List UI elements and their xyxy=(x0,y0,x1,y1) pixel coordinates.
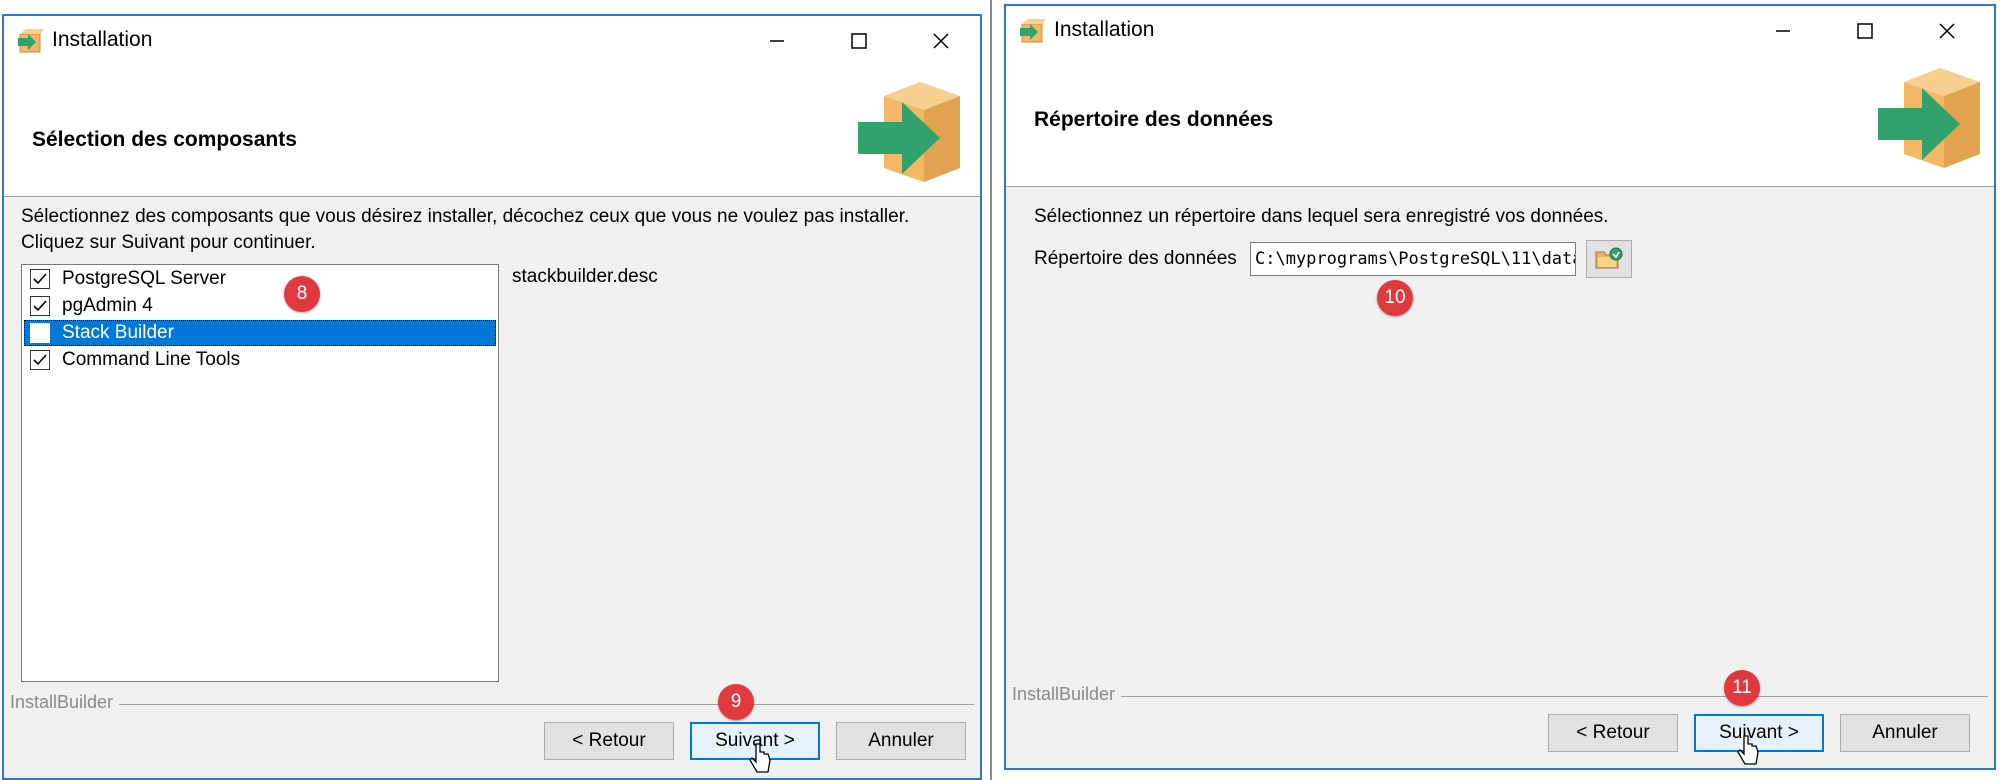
checkmark-icon xyxy=(33,300,47,312)
components-listbox[interactable]: PostgreSQL Server pgAdmin 4 Stack Builde… xyxy=(21,264,499,682)
component-postgresql-server[interactable]: PostgreSQL Server xyxy=(24,266,496,292)
minimize-button[interactable] xyxy=(1742,6,1824,56)
component-pgadmin-4[interactable]: pgAdmin 4 xyxy=(24,293,496,319)
title-bar[interactable]: Installation xyxy=(1006,6,1994,56)
data-dir-input[interactable]: C:\myprograms\PostgreSQL\11\data xyxy=(1250,242,1576,276)
hand-cursor-icon xyxy=(749,743,771,773)
component-command-line-tools[interactable]: Command Line Tools xyxy=(24,347,496,373)
installer-logo-icon xyxy=(858,82,960,182)
close-button[interactable] xyxy=(1906,6,1988,56)
window-title: Installation xyxy=(1054,18,1155,41)
component-label: PostgreSQL Server xyxy=(62,268,227,289)
checkbox-postgresql-server[interactable] xyxy=(30,269,50,289)
installer-logo-icon xyxy=(1878,68,1980,168)
wizard-header: Sélection des composants xyxy=(4,66,980,197)
footer-divider xyxy=(10,704,974,705)
checkbox-stack-builder[interactable] xyxy=(30,323,50,343)
data-dir-label: Répertoire des données xyxy=(1034,248,1237,269)
step-badge-10: 10 xyxy=(1377,280,1413,316)
page-title: Répertoire des données xyxy=(1034,108,1274,131)
close-icon xyxy=(1939,23,1955,39)
maximize-icon xyxy=(1857,23,1873,39)
checkbox-pgadmin-4[interactable] xyxy=(30,296,50,316)
instructions-line-2: Cliquez sur Suivant pour continuer. xyxy=(21,232,316,253)
back-button[interactable]: < Retour xyxy=(544,722,674,760)
back-button[interactable]: < Retour xyxy=(1548,714,1678,752)
maximize-button[interactable] xyxy=(818,16,900,66)
component-stack-builder[interactable]: Stack Builder xyxy=(24,320,496,346)
component-description: stackbuilder.desc xyxy=(512,266,658,287)
brand-label: InstallBuilder xyxy=(10,692,120,713)
window-title: Installation xyxy=(52,28,153,51)
minimize-icon xyxy=(1776,30,1790,32)
instructions-line-1: Sélectionnez des composants que vous dés… xyxy=(21,206,910,227)
step-badge-8: 8 xyxy=(284,276,320,312)
installer-window-components: Installation Sélection des composants Sé… xyxy=(2,14,982,780)
brand-label: InstallBuilder xyxy=(1012,684,1122,705)
component-label: pgAdmin 4 xyxy=(62,295,153,316)
hand-cursor-icon xyxy=(1737,735,1759,765)
checkmark-icon xyxy=(33,273,47,285)
component-label: Stack Builder xyxy=(62,322,174,343)
step-badge-9: 9 xyxy=(718,684,754,720)
minimize-icon xyxy=(770,40,784,42)
maximize-icon xyxy=(851,33,867,49)
instructions: Sélectionnez un répertoire dans lequel s… xyxy=(1034,206,1609,227)
maximize-button[interactable] xyxy=(1824,6,1906,56)
wizard-header: Répertoire des données xyxy=(1006,56,1994,187)
screenshot-separator xyxy=(990,0,992,780)
checkmark-icon xyxy=(33,354,47,366)
browse-button[interactable] xyxy=(1586,240,1632,278)
data-dir-value: C:\myprograms\PostgreSQL\11\data xyxy=(1255,249,1576,269)
footer-divider xyxy=(1012,696,1988,697)
close-icon xyxy=(933,33,949,49)
close-button[interactable] xyxy=(900,16,980,66)
folder-browse-icon xyxy=(1595,247,1623,269)
installer-window-data-directory: Installation Répertoire des données Séle… xyxy=(1004,4,1996,770)
step-badge-11: 11 xyxy=(1724,670,1760,706)
page-title: Sélection des composants xyxy=(32,128,297,151)
cancel-button[interactable]: Annuler xyxy=(836,722,966,760)
checkbox-command-line-tools[interactable] xyxy=(30,350,50,370)
title-bar[interactable]: Installation xyxy=(4,16,980,66)
installer-box-icon xyxy=(18,29,44,53)
minimize-button[interactable] xyxy=(736,16,818,66)
installer-box-icon xyxy=(1020,19,1046,43)
component-label: Command Line Tools xyxy=(62,349,241,370)
cancel-button[interactable]: Annuler xyxy=(1840,714,1970,752)
